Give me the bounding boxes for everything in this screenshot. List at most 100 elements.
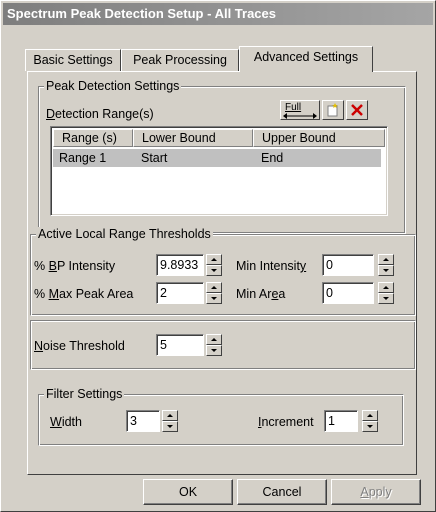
arrow-down-icon xyxy=(211,269,217,272)
label-mnemonic: N xyxy=(34,339,44,353)
column-header-upper-bound[interactable]: Upper Bound xyxy=(253,129,385,147)
label-text: oise Threshold xyxy=(43,339,125,353)
spin-down-button[interactable] xyxy=(206,265,222,276)
max-peak-area-spinner[interactable] xyxy=(206,282,222,304)
title-bar[interactable]: Spectrum Peak Detection Setup - All Trac… xyxy=(3,3,433,25)
new-document-icon xyxy=(327,103,338,117)
arrow-down-icon xyxy=(167,425,173,428)
spin-down-button[interactable] xyxy=(206,345,222,356)
spin-up-button[interactable] xyxy=(378,254,394,265)
thresholds-group-label: Active Local Range Thresholds xyxy=(36,227,213,241)
spin-up-button[interactable] xyxy=(378,282,394,293)
min-area-input[interactable]: 0 xyxy=(322,282,374,304)
detection-range-label: Detection Range(s) xyxy=(46,106,154,122)
label-text: ncrement xyxy=(261,415,314,429)
apply-mnemonic: A xyxy=(360,485,369,499)
label-text: % xyxy=(34,259,49,273)
label-text: ax Peak Area xyxy=(59,287,134,301)
min-area-label: Min Area xyxy=(236,286,285,302)
tab-basic-settings[interactable]: Basic Settings xyxy=(25,49,121,71)
spin-down-button[interactable] xyxy=(162,421,178,432)
spin-down-button[interactable] xyxy=(206,293,222,304)
arrow-up-icon xyxy=(211,338,217,341)
arrow-up-icon xyxy=(367,414,373,417)
detection-range-label-text: etection Range(s) xyxy=(55,107,154,121)
cancel-button-label: Cancel xyxy=(262,485,302,499)
apply-button-label: pply xyxy=(368,485,392,499)
min-intensity-spinner[interactable] xyxy=(378,254,394,276)
label-text: idth xyxy=(61,415,82,429)
label-text: % xyxy=(34,287,49,301)
increment-spinner[interactable] xyxy=(362,410,378,432)
label-mnemonic: B xyxy=(48,259,57,273)
column-header-label: Upper Bound xyxy=(262,131,336,145)
label-mnemonic: y xyxy=(299,259,307,273)
ok-button-label: OK xyxy=(178,485,198,499)
max-peak-area-label: % Max Peak Area xyxy=(34,286,133,302)
full-button-label: Full xyxy=(285,102,302,113)
cell-upper-bound: End xyxy=(261,151,284,165)
width-label: Width xyxy=(50,414,82,430)
max-peak-area-input[interactable]: 2 xyxy=(156,282,204,304)
range-list[interactable]: Range (s) Lower Bound Upper Bound Range … xyxy=(50,126,388,216)
noise-threshold-spinner[interactable] xyxy=(206,334,222,356)
min-intensity-input[interactable]: 0 xyxy=(322,254,374,276)
arrow-up-icon xyxy=(383,258,389,261)
spin-down-button[interactable] xyxy=(378,293,394,304)
noise-threshold-input[interactable]: 5 xyxy=(156,334,204,356)
delete-range-button[interactable] xyxy=(346,100,368,120)
spin-up-button[interactable] xyxy=(162,410,178,421)
label-text: a xyxy=(278,287,286,301)
increment-input[interactable]: 1 xyxy=(324,410,358,432)
column-header-label: Lower Bound xyxy=(142,131,216,145)
label-mnemonic: M xyxy=(48,287,60,301)
tab-label: Basic Settings xyxy=(33,53,113,67)
double-arrow-icon xyxy=(283,113,317,119)
apply-button[interactable]: Apply xyxy=(331,479,421,505)
arrow-down-icon xyxy=(211,297,217,300)
bp-intensity-spinner[interactable] xyxy=(206,254,222,276)
spin-up-button[interactable] xyxy=(206,334,222,345)
min-area-spinner[interactable] xyxy=(378,282,394,304)
label-text: P Intensity xyxy=(56,259,116,273)
arrow-down-icon xyxy=(211,349,217,352)
delete-x-icon xyxy=(351,104,363,116)
spin-up-button[interactable] xyxy=(206,254,222,265)
column-header-lower-bound[interactable]: Lower Bound xyxy=(133,129,253,147)
spin-down-button[interactable] xyxy=(378,265,394,276)
detection-range-mnemonic: D xyxy=(46,107,56,121)
noise-threshold-label: Noise Threshold xyxy=(34,338,125,354)
cancel-button[interactable]: Cancel xyxy=(237,479,327,505)
window-title: Spectrum Peak Detection Setup - All Trac… xyxy=(7,6,276,21)
tab-label: Advanced Settings xyxy=(253,50,359,64)
arrow-up-icon xyxy=(167,414,173,417)
arrow-down-icon xyxy=(367,425,373,428)
tab-label: Peak Processing xyxy=(133,53,227,67)
width-input[interactable]: 3 xyxy=(126,410,160,432)
bp-intensity-input[interactable]: 9.8933 xyxy=(156,254,204,276)
spin-up-button[interactable] xyxy=(206,282,222,293)
tab-advanced-settings[interactable]: Advanced Settings xyxy=(239,46,373,72)
cell-range: Range 1 xyxy=(59,151,107,165)
min-intensity-label: Min Intensity xyxy=(236,258,306,274)
full-range-button[interactable]: Full xyxy=(280,100,320,120)
bp-intensity-label: % BP Intensity xyxy=(34,258,115,274)
new-range-button[interactable] xyxy=(322,100,344,120)
tab-panel-advanced: Peak Detection Settings Detection Range(… xyxy=(27,71,417,475)
width-spinner[interactable] xyxy=(162,410,178,432)
label-mnemonic: W xyxy=(50,415,62,429)
arrow-up-icon xyxy=(211,286,217,289)
tab-peak-processing[interactable]: Peak Processing xyxy=(121,49,239,71)
cell-lower-bound: Start xyxy=(141,151,168,165)
label-text: Min Intensit xyxy=(236,259,300,273)
column-header-range[interactable]: Range (s) xyxy=(53,129,133,147)
arrow-down-icon xyxy=(383,297,389,300)
spin-down-button[interactable] xyxy=(362,421,378,432)
ok-button[interactable]: OK xyxy=(143,479,233,505)
peak-detection-group-label: Peak Detection Settings xyxy=(44,79,182,93)
arrow-up-icon xyxy=(211,258,217,261)
table-row[interactable]: Range 1 Start End xyxy=(53,149,381,167)
spin-up-button[interactable] xyxy=(362,410,378,421)
arrow-down-icon xyxy=(383,269,389,272)
dialog-window: Spectrum Peak Detection Setup - All Trac… xyxy=(0,0,436,512)
